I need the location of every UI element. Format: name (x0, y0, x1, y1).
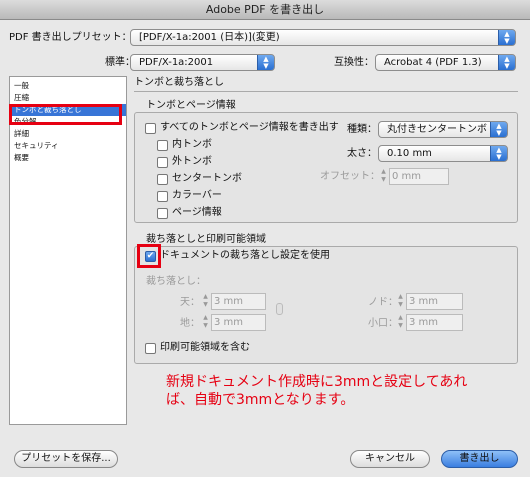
compat-dropdown[interactable]: Acrobat 4 (PDF 1.3) ▲ ▼ (375, 54, 516, 71)
sidebar-item-general[interactable]: 一般 (10, 80, 126, 92)
bleed-outside-field[interactable]: 3 mm (406, 314, 463, 331)
bleed-marks-label: 外トンボ (172, 156, 212, 167)
registration-marks-label: センタートンボ (172, 173, 242, 184)
registration-marks-checkbox[interactable] (157, 174, 168, 185)
offset-label: オフセット： (320, 171, 380, 182)
save-preset-button[interactable]: プリセットを保存... (14, 450, 118, 468)
crop-marks-checkbox[interactable] (157, 140, 168, 151)
page-info-checkbox[interactable] (157, 208, 168, 219)
mark-type-label: 種類： (347, 124, 377, 135)
color-bars-checkbox[interactable] (157, 191, 168, 202)
bleed-top-stepper[interactable]: ▲ ▼ (201, 293, 210, 310)
annotation-line-1: 新規ドキュメント作成時に3mmと設定してあれ (166, 374, 468, 390)
bleed-top-field[interactable]: 3 mm (211, 293, 266, 310)
highlight-box-sidebar (9, 104, 122, 125)
section-title: トンボと裁ち落とし (134, 77, 224, 88)
standard-dropdown[interactable]: PDF/X-1a:2001 ▲ ▼ (130, 54, 275, 71)
offset-field[interactable]: 0 mm (389, 168, 449, 185)
weight-dropdown[interactable]: 0.10 mm ▲ ▼ (378, 145, 508, 162)
sidebar-item-security[interactable]: セキュリティ (10, 140, 126, 152)
chevron-updown-icon: ▲ ▼ (490, 146, 507, 161)
standard-value: PDF/X-1a:2001 (139, 57, 214, 68)
chevron-updown-icon: ▲ ▼ (498, 30, 515, 45)
compat-value: Acrobat 4 (PDF 1.3) (384, 57, 482, 68)
chevron-updown-icon: ▲ ▼ (490, 122, 507, 137)
bleed-inside-label: ノド： (368, 297, 398, 308)
highlight-box-checkbox (137, 244, 161, 268)
preset-label: PDF 書き出しプリセット： (9, 32, 132, 43)
bleed-marks-checkbox[interactable] (157, 157, 168, 168)
offset-stepper[interactable]: ▲ ▼ (379, 168, 388, 185)
annotation-line-2: ば、自動で3mmとなります。 (166, 392, 355, 408)
bleed-outside-label: 小口： (368, 318, 398, 329)
compat-label: 互換性： (334, 57, 374, 68)
cancel-button[interactable]: キャンセル (350, 450, 430, 468)
bleed-outside-stepper[interactable]: ▲ ▼ (396, 314, 405, 331)
crop-marks-label: 内トンボ (172, 139, 212, 150)
sidebar: 一般 圧縮 トンボと裁ち落とし 色分解 詳細 セキュリティ 概要 (9, 76, 127, 425)
bleed-group-title: 裁ち落としと印刷可能領域 (146, 234, 266, 245)
page-info-label: ページ情報 (172, 207, 222, 218)
bleed-inside-stepper[interactable]: ▲ ▼ (396, 293, 405, 310)
bleed-bottom-label: 地： (180, 318, 200, 329)
bleed-sub-label: 裁ち落とし： (146, 276, 206, 287)
section-divider (134, 91, 518, 92)
bleed-top-label: 天： (180, 297, 200, 308)
bleed-bottom-field[interactable]: 3 mm (211, 314, 266, 331)
preset-value: [PDF/X-1a:2001 (日本)](変更) (139, 32, 280, 43)
include-slug-checkbox[interactable] (145, 343, 156, 354)
chevron-updown-icon: ▲ ▼ (498, 55, 515, 70)
window-title: Adobe PDF を書き出し (0, 0, 530, 20)
mark-type-dropdown[interactable]: 丸付きセンタートンボ ▲ ▼ (378, 121, 508, 138)
weight-label: 太さ： (347, 148, 377, 159)
chevron-updown-icon: ▲ ▼ (257, 55, 274, 70)
color-bars-label: カラーバー (172, 190, 222, 201)
bleed-bottom-stepper[interactable]: ▲ ▼ (201, 314, 210, 331)
bleed-inside-field[interactable]: 3 mm (406, 293, 463, 310)
include-slug-label: 印刷可能領域を含む (160, 342, 250, 353)
preset-dropdown[interactable]: [PDF/X-1a:2001 (日本)](変更) ▲ ▼ (130, 29, 516, 46)
mark-type-value: 丸付きセンタートンボ (387, 124, 487, 135)
all-marks-checkbox[interactable] (145, 123, 156, 134)
use-doc-bleed-label: ドキュメントの裁ち落とし設定を使用 (160, 250, 330, 261)
chain-link-icon[interactable] (276, 303, 283, 315)
export-button[interactable]: 書き出し (441, 450, 518, 468)
sidebar-item-compression[interactable]: 圧縮 (10, 92, 126, 104)
sidebar-item-advanced[interactable]: 詳細 (10, 128, 126, 140)
weight-value: 0.10 mm (387, 148, 432, 159)
sidebar-item-summary[interactable]: 概要 (10, 152, 126, 164)
marks-group-title: トンボとページ情報 (146, 100, 236, 111)
all-marks-label: すべてのトンボとページ情報を書き出す (160, 122, 339, 133)
